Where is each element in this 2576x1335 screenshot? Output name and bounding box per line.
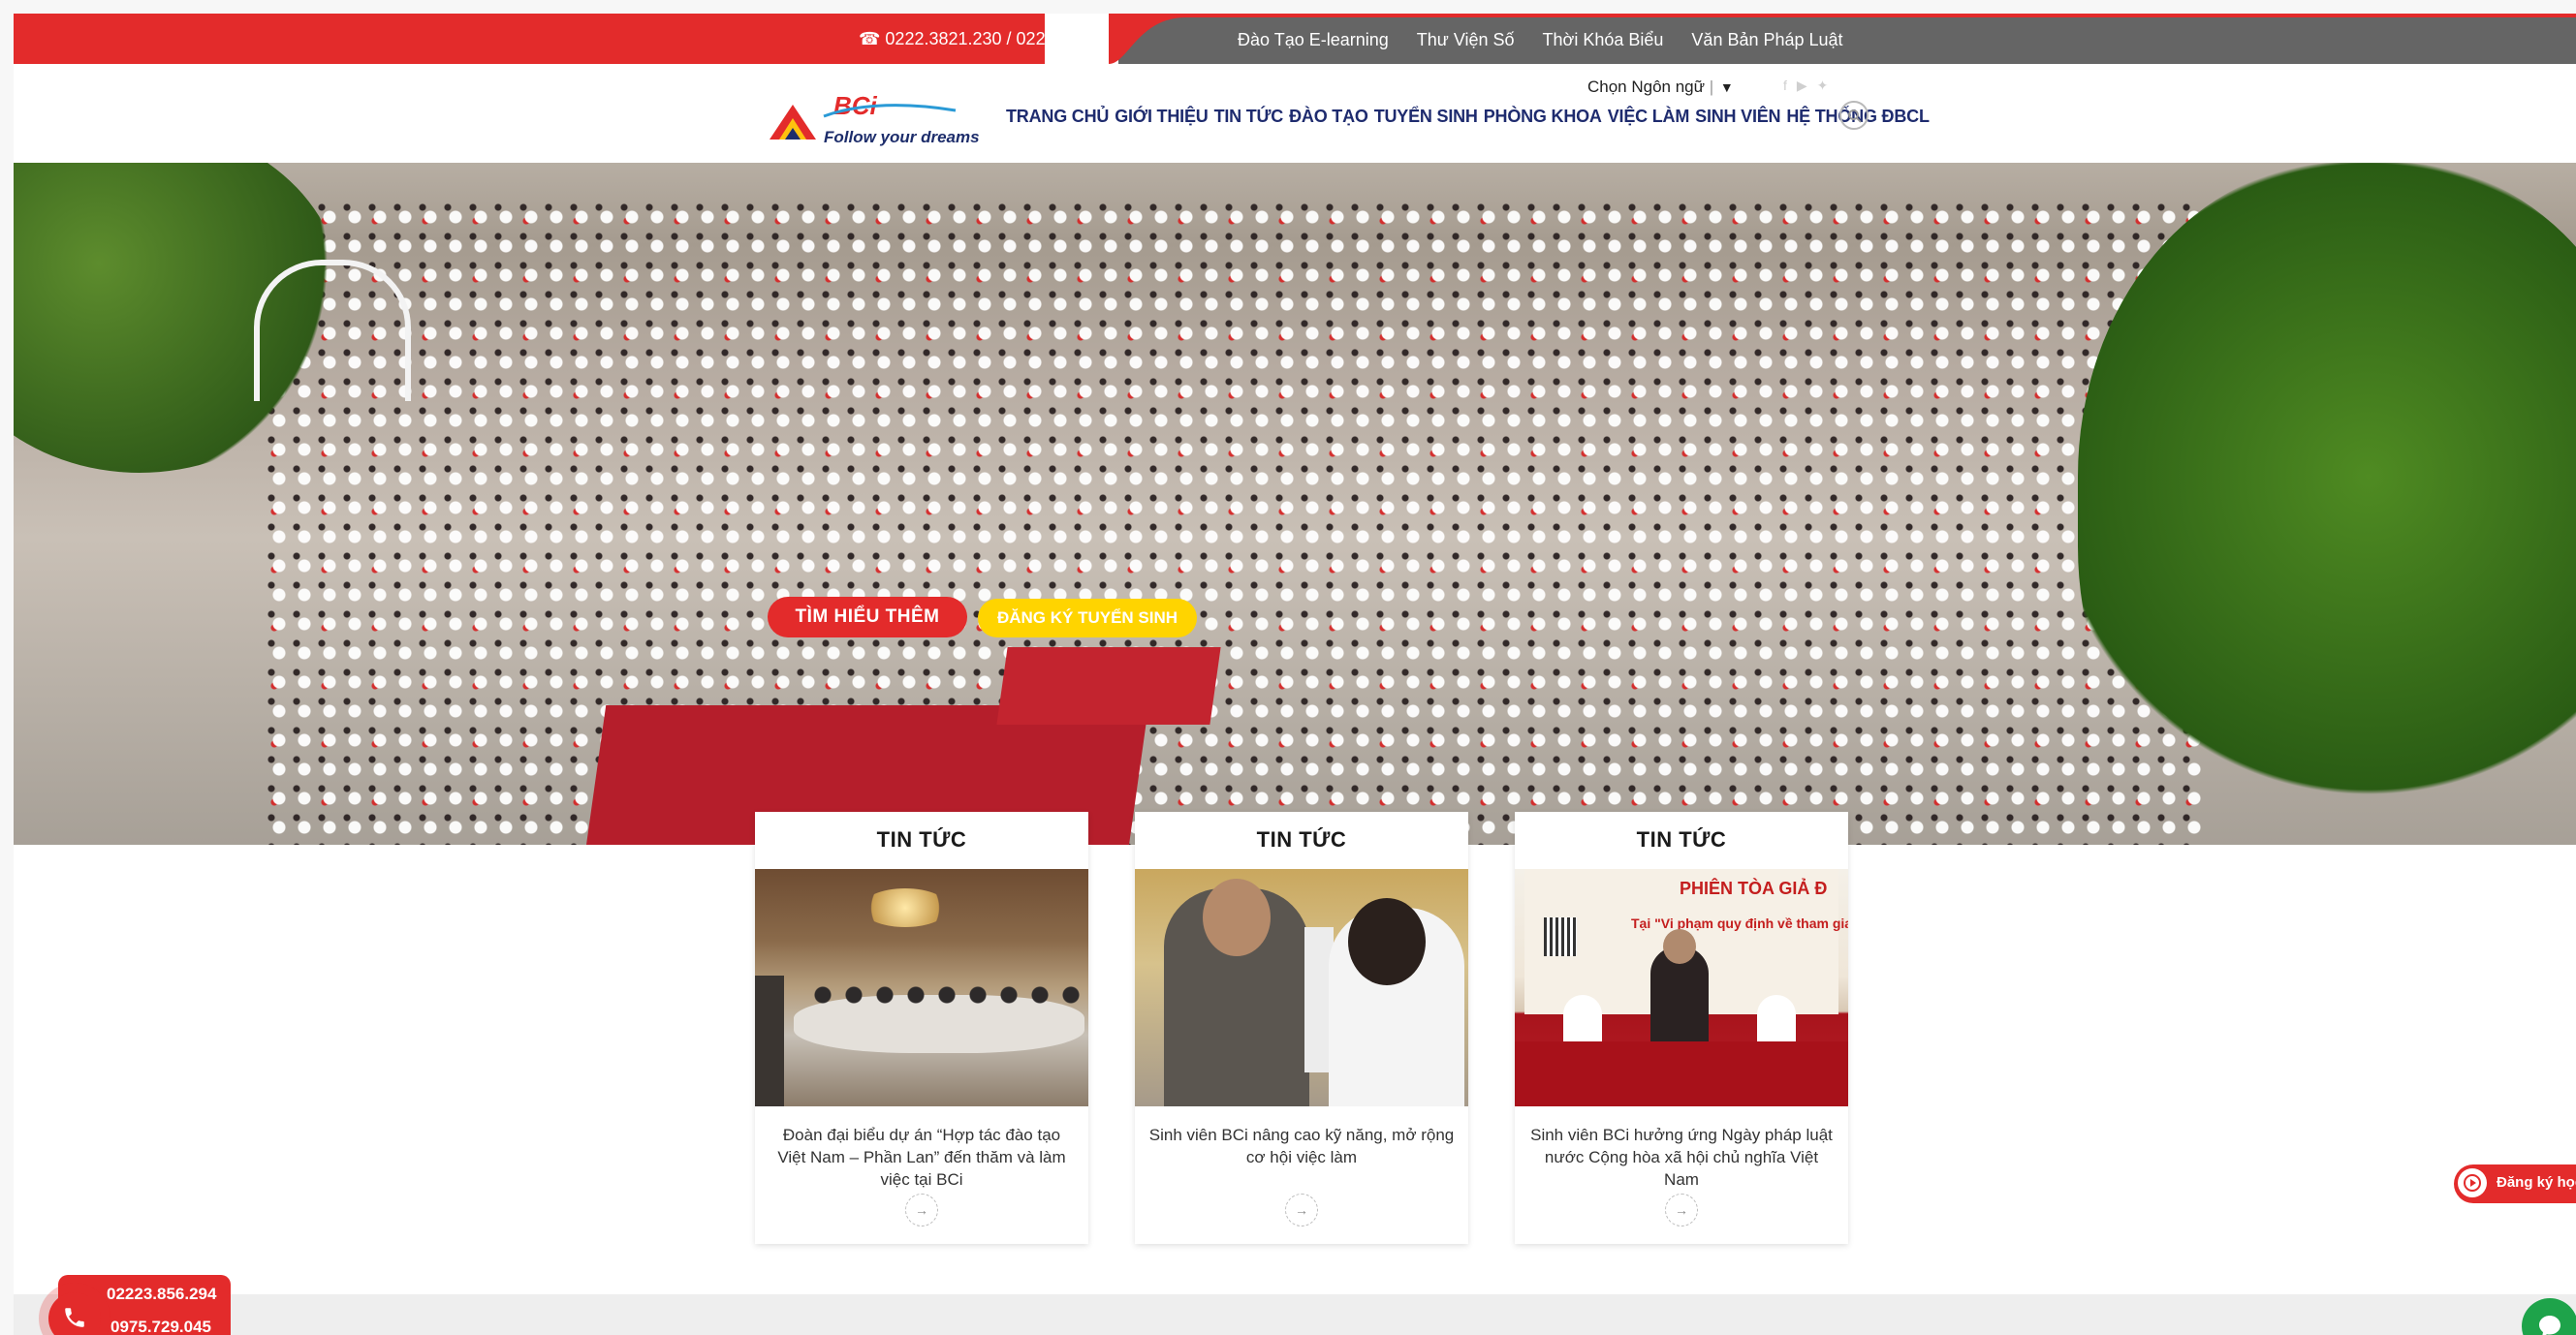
- chat-bubble-icon: [2539, 1316, 2560, 1335]
- hero-photo-table-2: [996, 647, 1221, 725]
- link-digital-library[interactable]: Thư Viện Số: [1417, 29, 1515, 50]
- register-study-label[interactable]: Đăng ký học: [2497, 1174, 2576, 1191]
- qr-code-graphic: [1544, 917, 1577, 956]
- nav-news[interactable]: TIN TỨC: [1214, 107, 1284, 127]
- student-female-head-graphic: [1348, 898, 1426, 985]
- top-bar-curve: [1109, 14, 1186, 64]
- learn-more-button[interactable]: TÌM HIỂU THÊM: [768, 597, 967, 637]
- participant-graphic: [1757, 995, 1796, 1043]
- language-separator: |: [1709, 78, 1714, 96]
- participant-graphic: [1563, 995, 1602, 1043]
- link-timetable[interactable]: Thời Khóa Biểu: [1543, 29, 1664, 50]
- nav-home[interactable]: TRANG CHỦ: [1006, 107, 1109, 127]
- hero-photo-crowd: [266, 202, 2204, 845]
- register-study-icon-badge: [2458, 1168, 2487, 1197]
- nav-students[interactable]: SINH VIÊN: [1695, 107, 1780, 127]
- news-card-title: TIN TỨC: [876, 827, 967, 852]
- top-bar-divider: [1045, 14, 1118, 64]
- hero-photo-swing: [254, 260, 411, 401]
- nav-jobs[interactable]: VIỆC LÀM: [1608, 107, 1690, 127]
- arrow-right-icon[interactable]: →: [1665, 1194, 1698, 1226]
- news-card[interactable]: TIN TỨC Đoàn đại biểu dự án “Hợp tác đào…: [755, 812, 1088, 1244]
- nav-departments[interactable]: PHÒNG KHOA: [1484, 107, 1602, 127]
- language-label: Chọn Ngôn ngữ: [1587, 78, 1706, 96]
- twitter-icon[interactable]: ✦: [1817, 78, 1829, 94]
- hotline-number-1[interactable]: 02223.856.294: [107, 1285, 216, 1304]
- logo-slogan: Follow your dreams: [824, 128, 980, 146]
- search-icon: [1848, 109, 1862, 123]
- news-card[interactable]: TIN TỨC Sinh viên BCi nâng cao kỹ năng, …: [1135, 812, 1468, 1244]
- search-button[interactable]: [1839, 101, 1869, 130]
- nav-admissions[interactable]: TUYỂN SINH: [1374, 107, 1478, 127]
- register-admission-button[interactable]: ĐĂNG KÝ TUYỂN SINH: [978, 599, 1197, 637]
- news-card-text[interactable]: Sinh viên BCi nâng cao kỹ năng, mở rộng …: [1148, 1124, 1455, 1168]
- link-elearning[interactable]: Đào Tạo E-learning: [1238, 29, 1389, 50]
- logo-swoosh-icon: [823, 104, 957, 118]
- news-card-image[interactable]: PHIÊN TÒA GIẢ Đ Tại "Vi phạm quy định về…: [1515, 869, 1848, 1106]
- youtube-icon[interactable]: ▶: [1797, 78, 1807, 94]
- speaker-graphic: [755, 976, 784, 1106]
- top-links: Đào Tạo E-learning Thư Viện Số Thời Khóa…: [1238, 29, 1843, 50]
- phone-icon: [65, 1308, 84, 1327]
- topbar-phone[interactable]: ☎ 0222.3821.230 / 0222: [859, 27, 1045, 50]
- meeting-people-graphic: [813, 985, 1088, 1043]
- play-circle-icon: [2464, 1174, 2481, 1192]
- judge-head-graphic: [1663, 929, 1696, 964]
- social-links: f ▶ ✦: [1783, 78, 1828, 94]
- main-nav: TRANG CHỦ GIỚI THIỆU TIN TỨC ĐÀO TẠO TUY…: [1006, 107, 1930, 127]
- facebook-icon[interactable]: f: [1783, 78, 1787, 94]
- link-legal-documents[interactable]: Văn Bản Pháp Luật: [1691, 29, 1842, 50]
- trial-banner-subtitle: Tại "Vi phạm quy định về tham gia gi: [1631, 916, 1848, 931]
- student-male-head-graphic: [1203, 879, 1271, 956]
- news-card-image[interactable]: [755, 869, 1088, 1106]
- hotline-number-2[interactable]: 0975.729.045: [110, 1318, 211, 1335]
- news-card-title: TIN TỨC: [1256, 827, 1347, 852]
- hero-photo-tree-right: [2078, 163, 2576, 845]
- footer-strip: [14, 1294, 2576, 1335]
- news-card-text[interactable]: Đoàn đại biểu dự án “Hợp tác đào tạo Việ…: [769, 1124, 1075, 1191]
- nav-training[interactable]: ĐÀO TẠO: [1289, 107, 1368, 127]
- trial-banner-title: PHIÊN TÒA GIẢ Đ: [1680, 879, 1828, 898]
- language-selector[interactable]: Chọn Ngôn ngữ | ▼: [1587, 78, 1734, 97]
- hero-banner: [14, 163, 2576, 845]
- arrow-right-icon[interactable]: →: [1285, 1194, 1318, 1226]
- arrow-right-icon[interactable]: →: [905, 1194, 938, 1226]
- news-card[interactable]: TIN TỨC PHIÊN TÒA GIẢ Đ Tại "Vi phạm quy…: [1515, 812, 1848, 1244]
- page: ☎ 0222.3821.230 / 0222 Đào Tạo E-learnin…: [14, 14, 2576, 1335]
- news-card-text[interactable]: Sinh viên BCi hưởng ứng Ngày pháp luật n…: [1528, 1124, 1835, 1191]
- court-table-graphic: [1515, 1041, 1848, 1106]
- news-card-title: TIN TỨC: [1636, 827, 1727, 852]
- nav-about[interactable]: GIỚI THIỆU: [1115, 107, 1209, 127]
- chevron-down-icon: ▼: [1719, 79, 1734, 95]
- news-card-image[interactable]: [1135, 869, 1468, 1106]
- chandelier-graphic: [862, 888, 949, 927]
- logo[interactable]: BCi Follow your dreams: [766, 91, 980, 149]
- logo-mark-icon: [770, 105, 816, 140]
